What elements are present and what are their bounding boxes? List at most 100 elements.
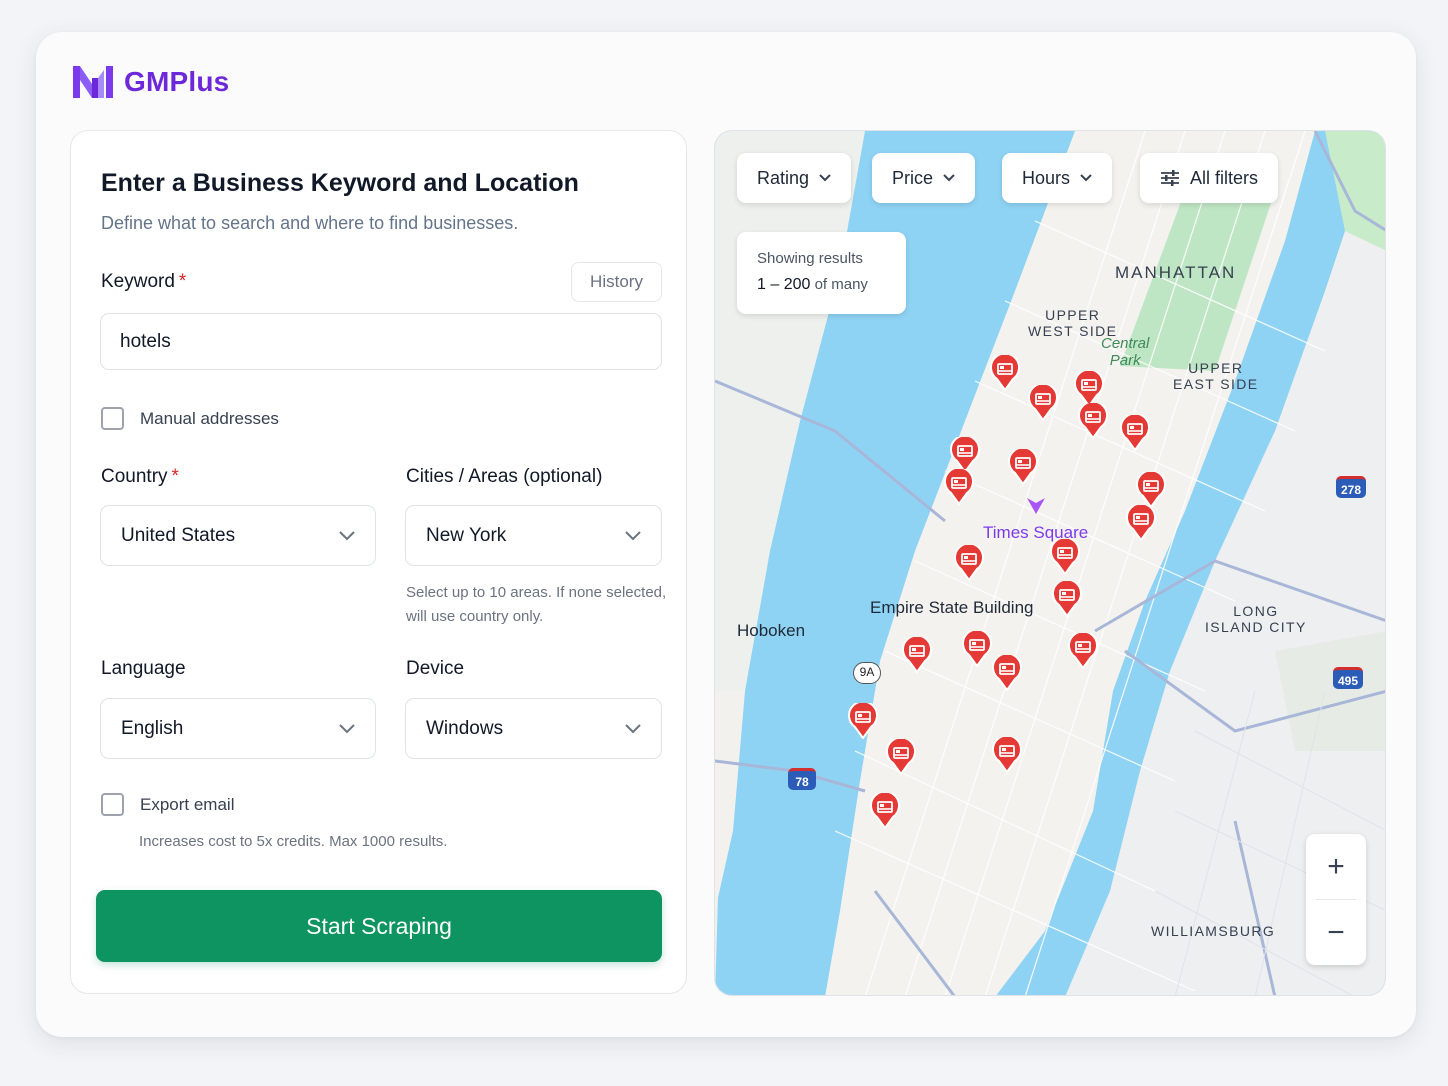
required-mark: * [171,466,179,487]
label-manhattan: MANHATTAN [1115,263,1237,282]
start-scraping-button[interactable]: Start Scraping [96,890,662,962]
hotel-marker-icon[interactable] [1052,581,1082,617]
hotel-marker-icon[interactable] [1050,539,1080,575]
route-278-shield: 278 [1336,476,1366,498]
hotel-marker-icon[interactable] [1136,472,1166,508]
country-label-text: Country [101,466,168,487]
hotel-marker-icon[interactable] [962,631,992,667]
hotel-marker-icon[interactable] [954,545,984,581]
label-upper-east-line1: UPPER [1188,360,1244,376]
required-mark: * [178,271,187,292]
language-label: Language [101,658,186,679]
cities-helper-line1: Select up to 10 areas. If none selected, [406,584,667,601]
hotel-marker-icon[interactable] [944,469,974,505]
cities-value: New York [426,524,507,546]
cities-helper-text: Select up to 10 areas. If none selected,… [406,581,666,629]
hotel-marker-icon[interactable] [1126,505,1156,541]
keyword-label-text: Keyword [101,271,175,292]
zoom-in-button[interactable]: + [1306,834,1366,899]
app-card: GMPlus Enter a Business Keyword and Loca… [36,32,1416,1037]
results-summary-card: Showing results 1 – 200 of many [737,232,906,314]
chevron-down-icon [1080,174,1092,182]
sliders-icon [1161,170,1179,186]
price-filter-label: Price [892,167,934,188]
hotel-marker-icon[interactable] [992,655,1022,691]
chevron-down-icon [943,174,955,182]
label-lic-line2: ISLAND CITY [1205,619,1307,635]
route-78-shield: 78 [788,768,816,790]
label-williamsburg: WILLIAMSBURG [1151,923,1276,939]
device-label: Device [406,658,465,679]
form-title: Enter a Business Keyword and Location [101,169,579,197]
hotel-marker-icon[interactable] [950,437,980,473]
label-upper-east-line2: EAST SIDE [1173,376,1259,392]
label-upper-east-side: UPPER EAST SIDE [1173,360,1258,392]
hotel-marker-icon[interactable] [886,739,916,775]
hotel-marker-icon[interactable] [1078,403,1108,439]
chevron-down-icon [339,723,355,733]
country-label: Country * [101,466,179,488]
history-button[interactable]: History [571,262,662,302]
hotel-marker-icon[interactable] [1120,415,1150,451]
export-email-helper: Increases cost to 5x credits. Max 1000 r… [139,833,448,850]
all-filters-label: All filters [1190,167,1259,188]
map-panel[interactable]: Rating Price Hours All filters Showing r… [714,130,1386,996]
hotel-marker-icon[interactable] [870,793,900,829]
label-upper-west-line1: UPPER [1045,307,1101,323]
hotel-marker-icon[interactable] [1008,449,1038,485]
label-hoboken: Hoboken [737,621,806,640]
keyword-input[interactable]: hotels [100,313,662,370]
label-empire-state-building[interactable]: Empire State Building [870,598,1033,618]
cities-label: Cities / Areas (optional) [406,466,603,487]
keyword-label: Keyword * [101,271,186,293]
cities-helper-line2: will use country only. [406,608,544,625]
route-495-shield: 495 [1333,667,1363,689]
export-email-label: Export email [140,794,235,814]
hotel-marker-icon[interactable] [1068,633,1098,669]
country-value: United States [121,524,236,546]
hotel-marker-icon[interactable] [848,703,878,739]
hotel-marker-icon[interactable] [990,355,1020,391]
export-email-row[interactable]: Export email [101,793,234,816]
results-suffix: of many [814,276,868,293]
hotel-marker-icon[interactable] [1028,385,1058,421]
language-select[interactable]: English [100,698,376,759]
country-select[interactable]: United States [100,505,376,566]
hotel-marker-icon[interactable] [902,637,932,673]
rating-filter-label: Rating [757,167,810,188]
zoom-out-button[interactable]: − [1306,900,1366,965]
rating-filter-chip[interactable]: Rating [737,153,852,203]
label-lic-line1: LONG [1233,603,1279,619]
results-line2: 1 – 200 of many [757,272,886,298]
logo-icon [73,66,113,98]
label-long-island-city: LONG ISLAND CITY [1205,603,1307,635]
all-filters-chip[interactable]: All filters [1140,153,1279,203]
form-subtitle: Define what to search and where to find … [101,213,519,233]
hours-filter-chip[interactable]: Hours [1002,153,1113,203]
language-value: English [121,717,184,739]
label-central-line1: Central [1101,335,1150,352]
zoom-controls: + − [1306,834,1366,965]
price-filter-chip[interactable]: Price [872,153,976,203]
hotel-marker-icon[interactable] [992,737,1022,773]
route-9a-shield: 9A [853,662,881,684]
manual-addresses-checkbox[interactable] [101,407,124,430]
chevron-down-icon [339,530,355,540]
device-select[interactable]: Windows [405,698,662,759]
manual-addresses-row[interactable]: Manual addresses [101,407,279,430]
chevron-down-icon [625,530,641,540]
hotel-marker-icon[interactable] [1074,371,1104,407]
logo[interactable]: GMPlus [72,64,229,100]
export-email-checkbox[interactable] [101,793,124,816]
place-marker-icon[interactable] [1025,495,1047,517]
label-central-line2: Park [1109,352,1141,369]
app-name: GMPlus [124,66,230,97]
label-central-park: Central Park [1101,335,1149,369]
results-line1: Showing results [757,250,863,267]
chevron-down-icon [625,723,641,733]
device-value: Windows [426,717,504,739]
chevron-down-icon [819,174,831,182]
results-range: 1 – 200 [757,276,811,293]
hours-filter-label: Hours [1022,167,1071,188]
cities-select[interactable]: New York [405,505,662,566]
